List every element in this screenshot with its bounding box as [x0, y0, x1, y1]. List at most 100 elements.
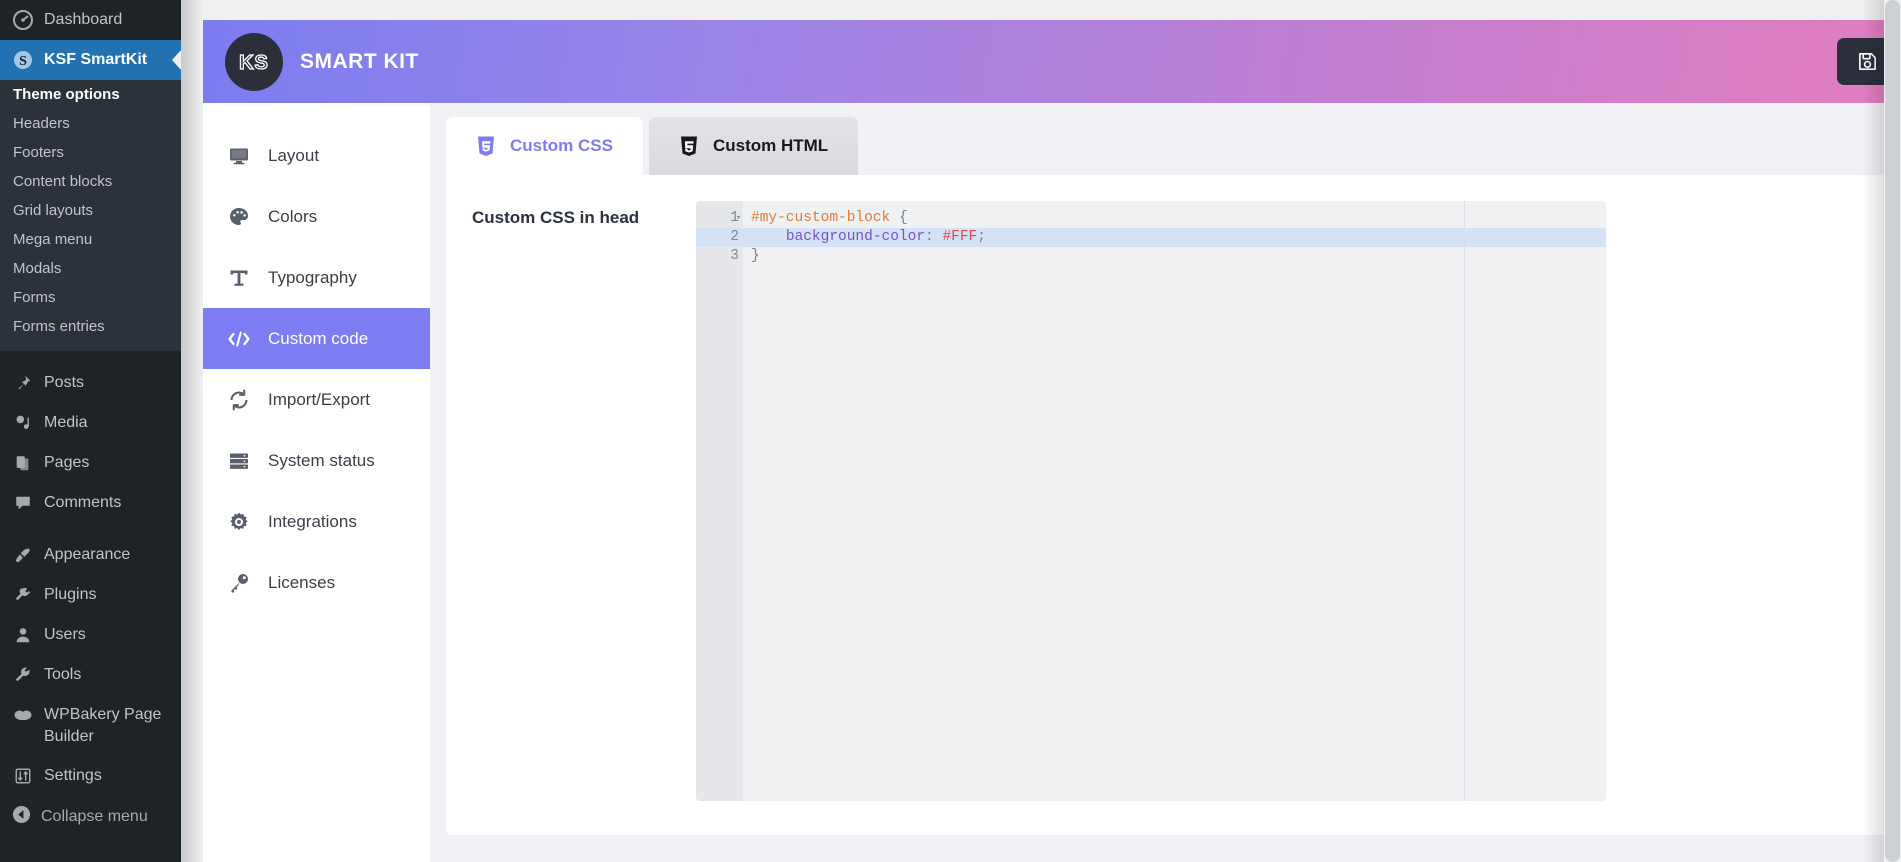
sidebar-item-users[interactable]: Users	[0, 615, 181, 655]
sidebar-item-label: Pages	[44, 454, 90, 472]
page-scrollbar[interactable]	[1884, 0, 1901, 862]
plugin-nav-item-layout[interactable]: Layout	[203, 125, 430, 186]
sidebar-item-appearance[interactable]: Appearance	[0, 535, 181, 575]
page-scrollbar-thumb[interactable]	[1885, 0, 1900, 862]
media-icon	[12, 412, 34, 434]
brand-logo-icon: KS	[225, 32, 283, 91]
tab-bar: Custom CSS Custom HTML	[446, 117, 1901, 175]
code-line: background-color: #FFF;	[743, 228, 1606, 247]
code-token: }	[751, 248, 760, 264]
sidebar-item-tools[interactable]: Tools	[0, 655, 181, 695]
sidebar-subitem-theme-options[interactable]: Theme options	[0, 80, 181, 109]
pages-icon	[12, 452, 34, 474]
wp-admin-sidebar: Dashboard S KSF SmartKit Theme options H…	[0, 0, 181, 862]
editor-wrapper: 1 2 3 ▾ #my-custom-block { background-co…	[696, 175, 1901, 835]
palette-icon	[226, 204, 252, 230]
plugin-nav: Layout Colors Typography Custom code Imp…	[203, 103, 430, 862]
field-label: Custom CSS in head	[472, 208, 640, 227]
sidebar-item-label: Plugins	[44, 586, 97, 604]
code-editor[interactable]: 1 2 3 ▾ #my-custom-block { background-co…	[696, 201, 1606, 801]
gutter-line-number: 3	[730, 248, 739, 264]
tab-custom-html[interactable]: Custom HTML	[648, 117, 859, 175]
brand: KS SMART KIT	[225, 32, 419, 91]
sidebar-item-wpbakery-page-builder[interactable]: WPBakery Page Builder	[0, 695, 181, 756]
sidebar-item-label: Settings	[44, 767, 102, 785]
svg-text:KS: KS	[239, 52, 269, 74]
plugin-nav-item-licenses[interactable]: Licenses	[203, 552, 430, 613]
plugin-nav-item-custom-code[interactable]: Custom code	[203, 308, 430, 369]
sidebar-item-pages[interactable]: Pages	[0, 443, 181, 483]
tab-label: Custom HTML	[712, 136, 829, 155]
plugin-nav-item-integrations[interactable]: Integrations	[203, 491, 430, 552]
sidebar-subitem-grid-layouts[interactable]: Grid layouts	[0, 196, 181, 225]
code-brackets-icon	[226, 326, 252, 352]
editor-gutter: 1 2 3	[696, 201, 743, 801]
sidebar-item-dashboard[interactable]: Dashboard	[0, 0, 181, 40]
code-token: #my-custom-block	[751, 210, 891, 226]
smartkit-icon: S	[12, 49, 34, 71]
sidebar-divider	[0, 351, 181, 363]
collapse-menu-label: Collapse menu	[41, 808, 148, 826]
code-token: background-color	[785, 229, 926, 245]
plugin-nav-item-import-export[interactable]: Import/Export	[203, 369, 430, 430]
sidebar-item-comments[interactable]: Comments	[0, 483, 181, 523]
sidebar-subitem-headers[interactable]: Headers	[0, 109, 181, 138]
gear-icon	[226, 509, 252, 535]
main-area: KS SMART KIT Save settings	[181, 0, 1901, 862]
code-line: #my-custom-block {	[743, 209, 1606, 228]
code-token: ;	[977, 229, 986, 245]
sidebar-item-settings[interactable]: Settings	[0, 756, 181, 796]
brand-title: SMART KIT	[300, 49, 419, 73]
settings-panel: Custom CSS in head 1 2 3 ▾ #my-custom-bl…	[446, 175, 1901, 835]
plugin-nav-item-label: Layout	[268, 145, 320, 165]
type-t-icon	[226, 265, 252, 291]
sync-arrows-icon	[226, 387, 252, 413]
sidebar-item-label: Posts	[44, 374, 85, 392]
sidebar-subitem-footers[interactable]: Footers	[0, 138, 181, 167]
user-icon	[12, 624, 34, 646]
plug-icon	[12, 584, 34, 606]
sidebar-subitem-content-blocks[interactable]: Content blocks	[0, 167, 181, 196]
collapse-arrow-icon	[12, 805, 31, 829]
plugin-nav-item-system-status[interactable]: System status	[203, 430, 430, 491]
plugin-nav-item-label: Import/Export	[268, 389, 371, 409]
fold-arrow-icon[interactable]: ▾	[734, 209, 743, 228]
html5-shield-icon	[679, 135, 699, 157]
css3-shield-icon	[476, 135, 496, 157]
left-shadow	[181, 0, 203, 862]
code-token: {	[898, 210, 908, 226]
code-token: #FFF	[942, 229, 978, 245]
collapse-menu-button[interactable]: Collapse menu	[0, 796, 181, 838]
plugin-nav-item-typography[interactable]: Typography	[203, 247, 430, 308]
plugin-nav-item-label: Typography	[268, 267, 357, 287]
plugin-nav-item-colors[interactable]: Colors	[203, 186, 430, 247]
sidebar-item-label: Dashboard	[44, 11, 123, 29]
plugin-nav-item-label: Custom code	[268, 328, 369, 348]
sidebar-item-posts[interactable]: Posts	[0, 363, 181, 403]
plugin-nav-item-label: System status	[268, 450, 375, 470]
sidebar-submenu: Theme options Headers Footers Content bl…	[0, 80, 181, 351]
sidebar-item-media[interactable]: Media	[0, 403, 181, 443]
sidebar-item-plugins[interactable]: Plugins	[0, 575, 181, 615]
plugin-nav-item-label: Colors	[268, 206, 318, 226]
dashboard-icon	[12, 9, 34, 31]
wpbakery-icon	[12, 704, 34, 726]
sidebar-item-label: Appearance	[44, 546, 131, 564]
plugin-header-bar: KS SMART KIT Save settings	[203, 20, 1901, 103]
sidebar-subitem-modals[interactable]: Modals	[0, 254, 181, 283]
floppy-save-icon	[1857, 51, 1878, 72]
comment-icon	[12, 492, 34, 514]
tab-custom-css[interactable]: Custom CSS	[446, 117, 643, 175]
sidebar-subitem-forms[interactable]: Forms	[0, 283, 181, 312]
sidebar-item-ksf-smartkit[interactable]: S KSF SmartKit	[0, 40, 181, 80]
sidebar-item-label: Media	[44, 414, 88, 432]
sidebar-subitem-forms-entries[interactable]: Forms entries	[0, 312, 181, 341]
plugin-nav-item-label: Licenses	[268, 572, 336, 592]
code-token: :	[925, 229, 943, 245]
wrench-icon	[12, 664, 34, 686]
sidebar-subitem-mega-menu[interactable]: Mega menu	[0, 225, 181, 254]
editor-code-area[interactable]: ▾ #my-custom-block { background-color: #…	[736, 201, 1606, 801]
sidebar-item-label: Users	[44, 626, 86, 644]
